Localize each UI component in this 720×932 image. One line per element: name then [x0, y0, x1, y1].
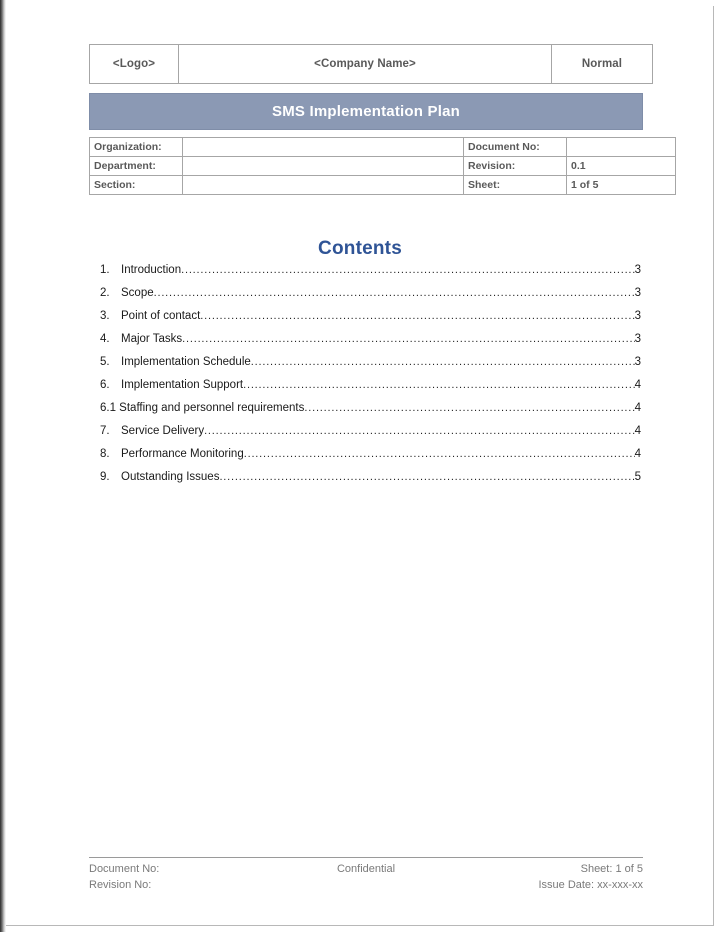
window-frame: <Logo> <Company Name> Normal SMS Impleme…: [0, 0, 720, 932]
organization-value[interactable]: [182, 137, 464, 157]
toc-entry-number: 6.: [100, 379, 110, 391]
footer-confidential: Confidential: [336, 863, 396, 875]
toc-entry-number: 9.: [100, 471, 110, 483]
toc-entry-page-number: 4: [634, 379, 641, 391]
toc-leader-dots: ........................................…: [243, 448, 635, 460]
toc-entry-page-number: 4: [634, 402, 641, 414]
toc-entry[interactable]: 1. Introduction..........................…: [89, 264, 643, 287]
toc-entry-label: Point of contact: [121, 310, 201, 322]
toc-entry-number: 8.: [100, 448, 110, 460]
logo-placeholder-cell: <Logo>: [89, 44, 179, 84]
footer-issue-date: Issue Date: xx-xxx-xx: [538, 879, 643, 891]
toc-entry-page-number: 3: [634, 333, 641, 345]
toc-entry[interactable]: 6. Implementation Support ...............…: [89, 379, 643, 402]
toc-entry-number: 2.: [100, 287, 110, 299]
section-value[interactable]: [182, 175, 464, 195]
toc-entry[interactable]: 7. Service Delivery .....................…: [89, 425, 643, 448]
document-page: <Logo> <Company Name> Normal SMS Impleme…: [6, 6, 714, 926]
contents-heading: Contents: [318, 238, 402, 259]
toc-entry-number: 1.: [100, 264, 110, 276]
toc-leader-dots: ........................................…: [200, 310, 634, 322]
toc-leader-dots: ........................................…: [250, 356, 635, 368]
revision-value[interactable]: 0.1: [566, 156, 676, 176]
toc-entry[interactable]: 8. Performance Monitoring ...............…: [89, 448, 643, 471]
toc-leader-dots: ........................................…: [304, 402, 634, 414]
toc-entry[interactable]: 9. Outstanding Issues....................…: [89, 471, 643, 494]
document-header-table: <Logo> <Company Name> Normal: [89, 44, 653, 84]
footer-sheet: Sheet: 1 of 5: [580, 863, 643, 875]
footer-row-top: Document No: Confidential Sheet: 1 of 5: [89, 861, 643, 877]
section-label: Section:: [89, 175, 183, 195]
classification-cell: Normal: [551, 44, 653, 84]
footer-row-bottom: Revision No: Issue Date: xx-xxx-xx: [89, 877, 643, 893]
toc-entry[interactable]: 6.1 Staffing and personnel requirements.…: [89, 402, 643, 425]
toc-entry-page-number: 3: [634, 310, 641, 322]
toc-entry-label: Major Tasks: [121, 333, 183, 345]
toc-entry-number: 7.: [100, 425, 110, 437]
toc-entry-number: 5.: [100, 356, 110, 368]
toc-leader-dots: ........................................…: [153, 287, 635, 299]
toc-entry-page-number: 3: [634, 264, 641, 276]
revision-label: Revision:: [463, 156, 567, 176]
toc-entry-page-number: 3: [634, 356, 641, 368]
toc-entry-label: Introduction: [121, 264, 182, 276]
footer-divider: [89, 857, 643, 858]
department-label: Department:: [89, 156, 183, 176]
toc-entry-label: Implementation Support: [121, 379, 244, 391]
toc-entry[interactable]: 3. Point of contact .....................…: [89, 310, 643, 333]
toc-entry-label: Service Delivery: [121, 425, 205, 437]
toc-leader-dots: ........................................…: [243, 379, 635, 391]
table-row: Section: Sheet: 1 of 5: [89, 175, 676, 195]
document-title: SMS Implementation Plan: [272, 103, 460, 120]
sheet-label: Sheet:: [463, 175, 567, 195]
toc-leader-dots: ........................................…: [219, 471, 635, 483]
footer-revision-no: Revision No:: [89, 879, 152, 891]
company-name-cell: <Company Name>: [178, 44, 552, 84]
toc-entry-page-number: 5: [634, 471, 641, 483]
page-content-area: <Logo> <Company Name> Normal SMS Impleme…: [6, 6, 714, 926]
toc-entry-label: Implementation Schedule: [121, 356, 251, 368]
table-row: Department: Revision: 0.1: [89, 156, 676, 176]
document-no-label: Document No:: [463, 137, 567, 157]
toc-entry-number: 4.: [100, 333, 110, 345]
toc-entry-number: 3.: [100, 310, 110, 322]
organization-label: Organization:: [89, 137, 183, 157]
page-footer: Document No: Confidential Sheet: 1 of 5 …: [89, 861, 643, 893]
table-row: <Logo> <Company Name> Normal: [89, 44, 653, 84]
toc-entry-page-number: 3: [634, 287, 641, 299]
document-meta-table: Organization: Document No: Department: R…: [89, 137, 676, 195]
document-no-value[interactable]: [566, 137, 676, 157]
table-row: Organization: Document No:: [89, 137, 676, 157]
toc-entry[interactable]: 2. Scope ................................…: [89, 287, 643, 310]
document-title-band: SMS Implementation Plan: [89, 93, 643, 130]
department-value[interactable]: [182, 156, 464, 176]
toc-entry-label: Scope: [121, 287, 154, 299]
toc-entry-label: Performance Monitoring: [121, 448, 244, 460]
toc-entry-label: Outstanding Issues: [121, 471, 220, 483]
table-of-contents: 1. Introduction..........................…: [89, 264, 643, 494]
toc-leader-dots: ........................................…: [182, 333, 634, 345]
toc-entry[interactable]: 4. Major Tasks...........................…: [89, 333, 643, 356]
toc-leader-dots: ........................................…: [204, 425, 635, 437]
toc-entry[interactable]: 5. Implementation Schedule ..............…: [89, 356, 643, 379]
sheet-value[interactable]: 1 of 5: [566, 175, 676, 195]
toc-entry-label: 6.1 Staffing and personnel requirements: [100, 402, 305, 414]
toc-entry-page-number: 4: [634, 448, 641, 460]
toc-leader-dots: ........................................…: [181, 264, 634, 276]
toc-entry-page-number: 4: [634, 425, 641, 437]
